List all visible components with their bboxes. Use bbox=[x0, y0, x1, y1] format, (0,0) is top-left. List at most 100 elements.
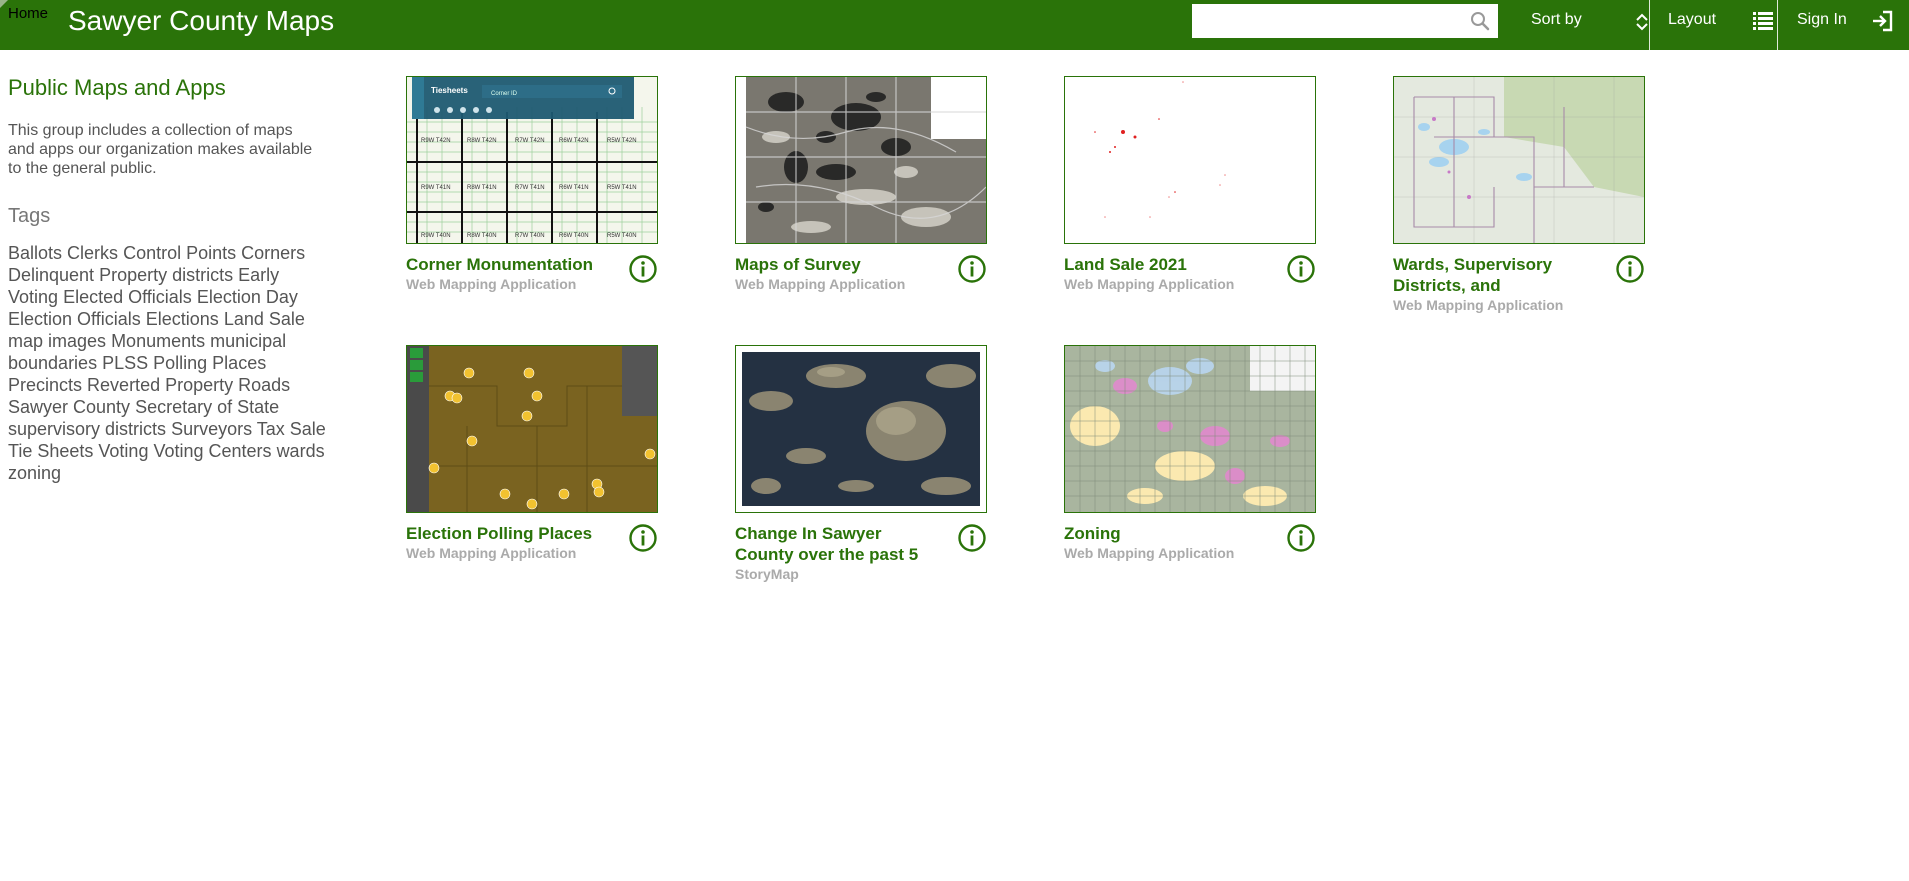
item-title[interactable]: Corner Monumentation bbox=[406, 254, 611, 275]
item-title-block: Wards, Supervisory Districts, and Web Ma… bbox=[1393, 254, 1598, 314]
item-title[interactable]: Land Sale 2021 bbox=[1064, 254, 1269, 275]
item-title-block: Maps of Survey Web Mapping Application bbox=[735, 254, 940, 293]
item-thumbnail[interactable] bbox=[735, 76, 987, 244]
header-divider bbox=[1649, 0, 1650, 50]
township-label: R7W T41N bbox=[515, 185, 545, 191]
tag-link[interactable]: Reverted Property bbox=[87, 375, 233, 395]
tag-link[interactable]: Corners bbox=[241, 243, 305, 263]
item-title[interactable]: Wards, Supervisory Districts, and bbox=[1393, 254, 1598, 296]
item-title-block: Zoning Web Mapping Application bbox=[1064, 523, 1269, 562]
header-divider bbox=[1777, 0, 1778, 50]
item-title[interactable]: Zoning bbox=[1064, 523, 1269, 544]
item-title-block: Corner Monumentation Web Mapping Applica… bbox=[406, 254, 611, 293]
item-thumbnail[interactable] bbox=[1064, 76, 1316, 244]
info-icon[interactable] bbox=[1615, 254, 1645, 284]
township-label: R9W T41N bbox=[421, 185, 451, 191]
tag-link[interactable]: Election Officials bbox=[8, 309, 141, 329]
item-type: Web Mapping Application bbox=[1393, 297, 1564, 313]
tag-link[interactable]: Polling Places bbox=[153, 353, 266, 373]
township-label: R8W T41N bbox=[467, 185, 497, 191]
item-card: Election Polling Places Web Mapping Appl… bbox=[406, 345, 658, 561]
tag-link[interactable]: zoning bbox=[8, 463, 61, 483]
search-input[interactable] bbox=[1192, 4, 1462, 38]
layout-label: Layout bbox=[1668, 11, 1717, 28]
info-icon[interactable] bbox=[1286, 254, 1316, 284]
item-thumbnail[interactable] bbox=[1393, 76, 1645, 244]
tag-link[interactable]: PLSS bbox=[102, 353, 148, 373]
item-card: Wards, Supervisory Districts, and Web Ma… bbox=[1393, 76, 1645, 313]
item-title-block: Change In Sawyer County over the past 5 … bbox=[735, 523, 940, 583]
item-thumbnail[interactable] bbox=[406, 345, 658, 513]
item-type: Web Mapping Application bbox=[735, 276, 906, 292]
item-type: Web Mapping Application bbox=[1064, 545, 1235, 561]
info-icon[interactable] bbox=[628, 254, 658, 284]
search-box bbox=[1192, 4, 1498, 38]
sort-by-button[interactable]: Sort by bbox=[1531, 0, 1649, 42]
sign-in-label: Sign In bbox=[1797, 11, 1847, 28]
tag-link[interactable]: Elected Officials bbox=[63, 287, 192, 307]
top-navigation-bar: Home Sawyer County Maps Sort by Layout S… bbox=[0, 0, 1909, 50]
tag-link[interactable]: Surveyors bbox=[171, 419, 252, 439]
item-thumbnail[interactable]: Tiesheets Corner ID R9W T42N R8W T42N R7… bbox=[406, 76, 658, 244]
info-icon[interactable] bbox=[957, 523, 987, 553]
thumb-search-label: Corner ID bbox=[491, 91, 518, 97]
township-label: R6W T42N bbox=[559, 138, 589, 144]
item-title[interactable]: Maps of Survey bbox=[735, 254, 940, 275]
item-title-block: Election Polling Places Web Mapping Appl… bbox=[406, 523, 611, 562]
tag-link[interactable]: Voting Centers bbox=[153, 441, 271, 461]
tag-link[interactable]: supervisory districts bbox=[8, 419, 166, 439]
info-icon[interactable] bbox=[1286, 523, 1316, 553]
tag-link[interactable]: wards bbox=[277, 441, 325, 461]
township-label: R7W T40N bbox=[515, 233, 545, 239]
info-icon[interactable] bbox=[628, 523, 658, 553]
group-sidebar: Public Maps and Apps This group includes… bbox=[8, 75, 328, 484]
item-card: Change In Sawyer County over the past 5 … bbox=[735, 345, 987, 582]
township-label: R6W T41N bbox=[559, 185, 589, 191]
item-thumbnail[interactable] bbox=[735, 345, 987, 513]
sign-in-button[interactable]: Sign In bbox=[1797, 0, 1893, 42]
tag-link[interactable]: districts bbox=[172, 265, 233, 285]
township-label: R5W T40N bbox=[607, 233, 637, 239]
tag-link[interactable]: Monuments bbox=[111, 331, 205, 351]
township-label: R9W T42N bbox=[421, 138, 451, 144]
tag-link[interactable]: Ballots bbox=[8, 243, 62, 263]
tag-link[interactable]: Precincts bbox=[8, 375, 82, 395]
item-type: Web Mapping Application bbox=[406, 276, 577, 292]
tag-link[interactable]: Roads bbox=[238, 375, 290, 395]
app-title: Sawyer County Maps bbox=[68, 5, 335, 36]
sort-by-label: Sort by bbox=[1531, 11, 1582, 28]
search-icon[interactable] bbox=[1470, 11, 1490, 31]
tag-link[interactable]: Control Points bbox=[123, 243, 236, 263]
thumb-toolbar-label: Tiesheets bbox=[431, 86, 468, 95]
info-icon[interactable] bbox=[957, 254, 987, 284]
tags-heading: Tags bbox=[8, 205, 51, 227]
item-card: Maps of Survey Web Mapping Application bbox=[735, 76, 987, 292]
tag-link[interactable]: Election Day bbox=[197, 287, 298, 307]
broken-image-icon bbox=[0, 0, 8, 8]
home-link[interactable]: Home bbox=[8, 5, 48, 22]
township-label: R8W T42N bbox=[467, 138, 497, 144]
item-card: Zoning Web Mapping Application bbox=[1064, 345, 1316, 561]
tag-link[interactable]: Clerks bbox=[67, 243, 118, 263]
layout-button[interactable]: Layout bbox=[1668, 0, 1773, 42]
item-title[interactable]: Change In Sawyer County over the past 5 bbox=[735, 523, 940, 565]
tag-link[interactable]: Sawyer County bbox=[8, 397, 130, 417]
tag-link[interactable]: Delinquent Property bbox=[8, 265, 167, 285]
list-icon bbox=[1753, 12, 1773, 30]
tags-list: Ballots Clerks Control Points Corners De… bbox=[8, 242, 326, 484]
tag-link[interactable]: map images bbox=[8, 331, 106, 351]
tag-link[interactable]: Secretary of State bbox=[135, 397, 279, 417]
item-card: Tiesheets Corner ID R9W T42N R8W T42N R7… bbox=[406, 76, 658, 292]
item-type: StoryMap bbox=[735, 566, 799, 582]
township-label: R8W T40N bbox=[467, 233, 497, 239]
tag-link[interactable]: Tie Sheets bbox=[8, 441, 93, 461]
township-label: R7W T42N bbox=[515, 138, 545, 144]
sign-in-icon bbox=[1873, 10, 1893, 32]
tag-link[interactable]: Land Sale bbox=[224, 309, 305, 329]
item-title[interactable]: Election Polling Places bbox=[406, 523, 611, 544]
sort-arrows-icon bbox=[1636, 13, 1648, 31]
tag-link[interactable]: Voting bbox=[98, 441, 148, 461]
tag-link[interactable]: Tax Sale bbox=[257, 419, 326, 439]
item-thumbnail[interactable] bbox=[1064, 345, 1316, 513]
tag-link[interactable]: Elections bbox=[146, 309, 219, 329]
